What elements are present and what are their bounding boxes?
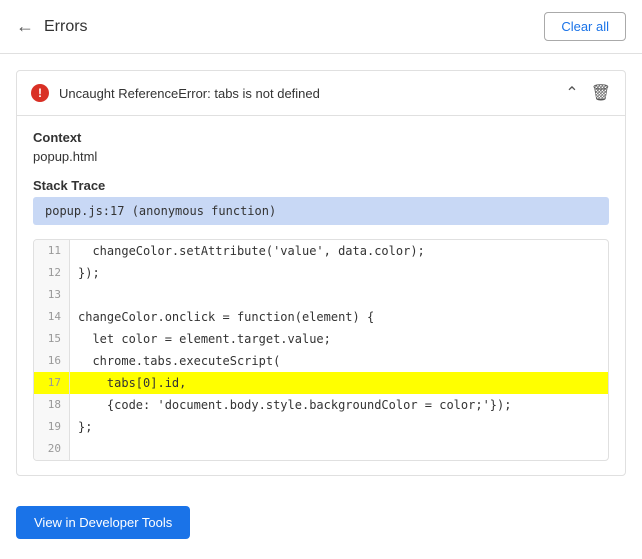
- error-message: Uncaught ReferenceError: tabs is not def…: [59, 86, 320, 101]
- code-line: 13: [34, 284, 608, 306]
- footer: View in Developer Tools: [0, 492, 642, 553]
- header-left: ← Errors: [16, 16, 88, 37]
- stack-trace-value: popup.js:17 (anonymous function): [33, 197, 609, 225]
- line-number: 17: [34, 372, 70, 394]
- line-number: 12: [34, 262, 70, 284]
- line-content: {code: 'document.body.style.backgroundCo…: [70, 394, 608, 416]
- code-line: 15 let color = element.target.value;: [34, 328, 608, 350]
- line-number: 15: [34, 328, 70, 350]
- context-value: popup.html: [33, 149, 609, 164]
- error-body: Context popup.html Stack Trace popup.js:…: [17, 116, 625, 475]
- line-content: changeColor.setAttribute('value', data.c…: [70, 240, 608, 262]
- line-number: 11: [34, 240, 70, 262]
- line-content: changeColor.onclick = function(element) …: [70, 306, 608, 328]
- page-title: Errors: [44, 18, 88, 36]
- back-button[interactable]: ←: [16, 16, 34, 37]
- line-content: chrome.tabs.executeScript(: [70, 350, 608, 372]
- line-number: 19: [34, 416, 70, 438]
- error-header-left: ! Uncaught ReferenceError: tabs is not d…: [31, 84, 320, 102]
- code-scroll-area[interactable]: 11 changeColor.setAttribute('value', dat…: [34, 240, 608, 460]
- line-number: 13: [34, 284, 70, 306]
- error-card-header: ! Uncaught ReferenceError: tabs is not d…: [17, 71, 625, 116]
- code-line: 18 {code: 'document.body.style.backgroun…: [34, 394, 608, 416]
- code-line: 20: [34, 438, 608, 460]
- error-header-right: ⌃ 🗑: [565, 83, 611, 103]
- code-line: 17 tabs[0].id,: [34, 372, 608, 394]
- page-header: ← Errors Clear all: [0, 0, 642, 54]
- line-content: tabs[0].id,: [70, 372, 608, 394]
- clear-all-button[interactable]: Clear all: [544, 12, 626, 41]
- line-number: 18: [34, 394, 70, 416]
- line-content: });: [70, 262, 608, 284]
- code-line: 11 changeColor.setAttribute('value', dat…: [34, 240, 608, 262]
- code-block: 11 changeColor.setAttribute('value', dat…: [33, 239, 609, 461]
- line-number: 16: [34, 350, 70, 372]
- code-line: 12});: [34, 262, 608, 284]
- error-icon: !: [31, 84, 49, 102]
- view-in-devtools-button[interactable]: View in Developer Tools: [16, 506, 190, 539]
- delete-icon[interactable]: 🗑: [591, 83, 611, 103]
- line-content: };: [70, 416, 608, 438]
- line-content: [70, 438, 608, 460]
- code-line: 19};: [34, 416, 608, 438]
- line-number: 14: [34, 306, 70, 328]
- stack-trace-label: Stack Trace: [33, 178, 609, 193]
- line-number: 20: [34, 438, 70, 460]
- line-content: let color = element.target.value;: [70, 328, 608, 350]
- context-label: Context: [33, 130, 609, 145]
- line-content: [70, 284, 608, 306]
- error-card: ! Uncaught ReferenceError: tabs is not d…: [16, 70, 626, 476]
- code-line: 14changeColor.onclick = function(element…: [34, 306, 608, 328]
- collapse-icon[interactable]: ⌃: [565, 83, 578, 103]
- code-line: 16 chrome.tabs.executeScript(: [34, 350, 608, 372]
